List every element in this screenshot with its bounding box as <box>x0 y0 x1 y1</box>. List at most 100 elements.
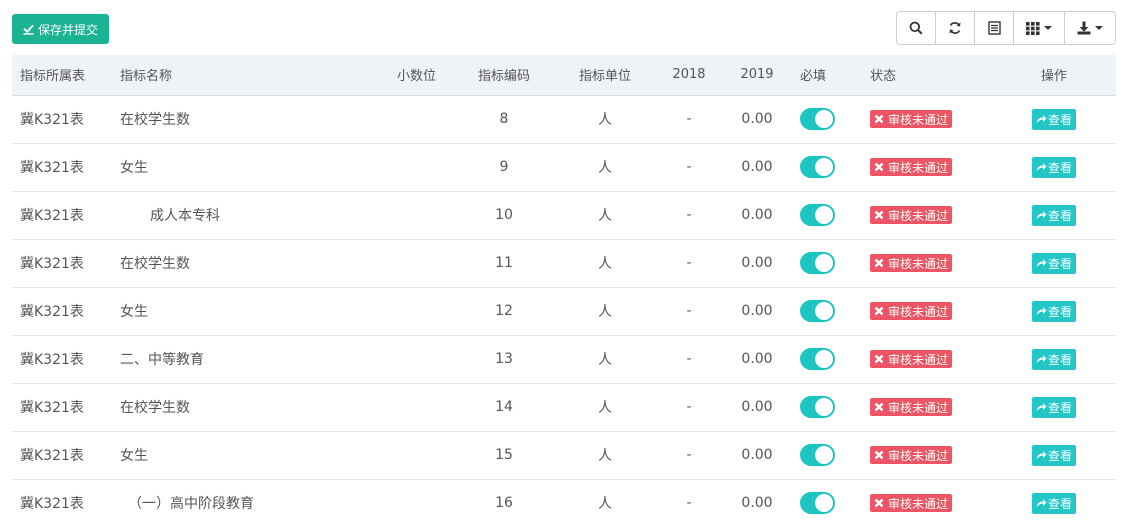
download-icon <box>1077 21 1091 35</box>
close-icon <box>874 450 884 460</box>
cell-2019: 0.00 <box>741 399 773 415</box>
required-toggle[interactable] <box>800 156 835 178</box>
cell-2018: - <box>686 495 692 511</box>
status-badge: 审核未通过 <box>870 302 953 320</box>
cell-table: 冀K321表 <box>20 496 84 512</box>
status-text: 审核未通过 <box>888 400 949 415</box>
required-toggle[interactable] <box>800 444 835 466</box>
required-toggle[interactable] <box>800 300 835 322</box>
cell-2019: 0.00 <box>741 495 773 511</box>
cell-status: 审核未通过 <box>862 287 992 335</box>
status-badge: 审核未通过 <box>870 398 953 416</box>
cell-action: 查看 <box>992 95 1116 143</box>
header-decimal[interactable]: 小数位 <box>352 55 454 96</box>
header-table[interactable]: 指标所属表 <box>12 55 112 96</box>
header-code[interactable]: 指标编码 <box>454 55 554 96</box>
cell-name: 女生 <box>112 431 352 479</box>
export-dropdown-button[interactable] <box>1065 12 1115 44</box>
columns-icon <box>1026 21 1040 35</box>
save-button-label: 保存并提交 <box>37 22 98 37</box>
toggle-view-button[interactable] <box>975 12 1014 44</box>
refresh-icon <box>949 22 961 34</box>
table-row: 冀K321表 女生 15 人 - 0.00 审核未通过 查看 <box>12 431 1116 479</box>
view-button[interactable]: 查看 <box>1031 492 1076 514</box>
close-icon <box>874 402 884 412</box>
share-arrow-icon <box>1036 211 1047 219</box>
cell-decimal <box>352 479 454 526</box>
cell-unit: 人 <box>598 448 612 464</box>
refresh-button[interactable] <box>936 12 975 44</box>
status-badge: 审核未通过 <box>870 110 953 128</box>
cell-code: 15 <box>495 447 513 463</box>
required-toggle[interactable] <box>800 108 835 130</box>
cell-decimal <box>352 239 454 287</box>
toggle-knob <box>815 302 833 320</box>
share-arrow-icon <box>1036 115 1047 123</box>
cell-unit: 人 <box>598 256 612 272</box>
header-2018[interactable]: 2018 <box>656 55 722 96</box>
header-required[interactable]: 必填 <box>792 55 862 96</box>
close-icon <box>874 354 884 364</box>
cell-name: 女生 <box>112 143 352 191</box>
required-toggle[interactable] <box>800 396 835 418</box>
header-2019[interactable]: 2019 <box>722 55 792 96</box>
status-text: 审核未通过 <box>888 208 949 223</box>
view-button[interactable]: 查看 <box>1031 108 1076 130</box>
toggle-knob <box>815 158 833 176</box>
view-button[interactable]: 查看 <box>1031 444 1076 466</box>
cell-code: 8 <box>499 111 509 127</box>
header-status[interactable]: 状态 <box>862 55 992 96</box>
required-toggle[interactable] <box>800 252 835 274</box>
cell-name-text: 二、中等教育 <box>120 352 204 368</box>
cell-action: 查看 <box>992 431 1116 479</box>
status-text: 审核未通过 <box>888 112 949 127</box>
cell-2019: 0.00 <box>741 447 773 463</box>
view-button[interactable]: 查看 <box>1031 156 1076 178</box>
close-icon <box>874 258 884 268</box>
cell-name-text: 在校学生数 <box>120 400 190 416</box>
view-button[interactable]: 查看 <box>1031 252 1076 274</box>
cell-required <box>792 191 862 239</box>
search-icon <box>909 21 923 35</box>
cell-2018: - <box>686 399 692 415</box>
share-arrow-icon <box>1036 499 1047 507</box>
cell-name-text: 在校学生数 <box>120 112 190 128</box>
required-toggle[interactable] <box>800 492 835 514</box>
table-row: 冀K321表 在校学生数 14 人 - 0.00 审核未通过 查看 <box>12 383 1116 431</box>
cell-2018: - <box>686 111 692 127</box>
cell-2018: - <box>686 303 692 319</box>
save-and-submit-button[interactable]: 保存并提交 <box>12 14 109 44</box>
header-unit[interactable]: 指标单位 <box>554 55 656 96</box>
cell-required <box>792 383 862 431</box>
required-toggle[interactable] <box>800 348 835 370</box>
list-icon <box>987 21 1001 35</box>
cell-name: 在校学生数 <box>112 383 352 431</box>
view-button-label: 查看 <box>1047 256 1072 271</box>
status-badge: 审核未通过 <box>870 254 953 272</box>
cell-code: 9 <box>499 159 509 175</box>
header-action: 操作 <box>992 55 1116 96</box>
header-name[interactable]: 指标名称 <box>112 55 352 96</box>
cell-action: 查看 <box>992 479 1116 526</box>
toggle-knob <box>815 254 833 272</box>
chevron-down-icon <box>1044 26 1052 30</box>
close-icon <box>874 162 884 172</box>
view-button[interactable]: 查看 <box>1031 348 1076 370</box>
cell-2018: - <box>686 207 692 223</box>
cell-2018: - <box>686 447 692 463</box>
cell-name: 在校学生数 <box>112 95 352 143</box>
cell-status: 审核未通过 <box>862 431 992 479</box>
cell-action: 查看 <box>992 239 1116 287</box>
view-button[interactable]: 查看 <box>1031 396 1076 418</box>
cell-table: 冀K321表 <box>20 400 84 416</box>
required-toggle[interactable] <box>800 204 835 226</box>
search-button[interactable] <box>897 12 936 44</box>
table-row: 冀K321表 女生 9 人 - 0.00 审核未通过 查看 <box>12 143 1116 191</box>
cell-name-text: 女生 <box>120 448 148 464</box>
cell-code: 11 <box>495 255 513 271</box>
view-button[interactable]: 查看 <box>1031 300 1076 322</box>
view-button[interactable]: 查看 <box>1031 204 1076 226</box>
cell-unit: 人 <box>598 304 612 320</box>
columns-dropdown-button[interactable] <box>1014 12 1065 44</box>
toggle-knob <box>815 206 833 224</box>
